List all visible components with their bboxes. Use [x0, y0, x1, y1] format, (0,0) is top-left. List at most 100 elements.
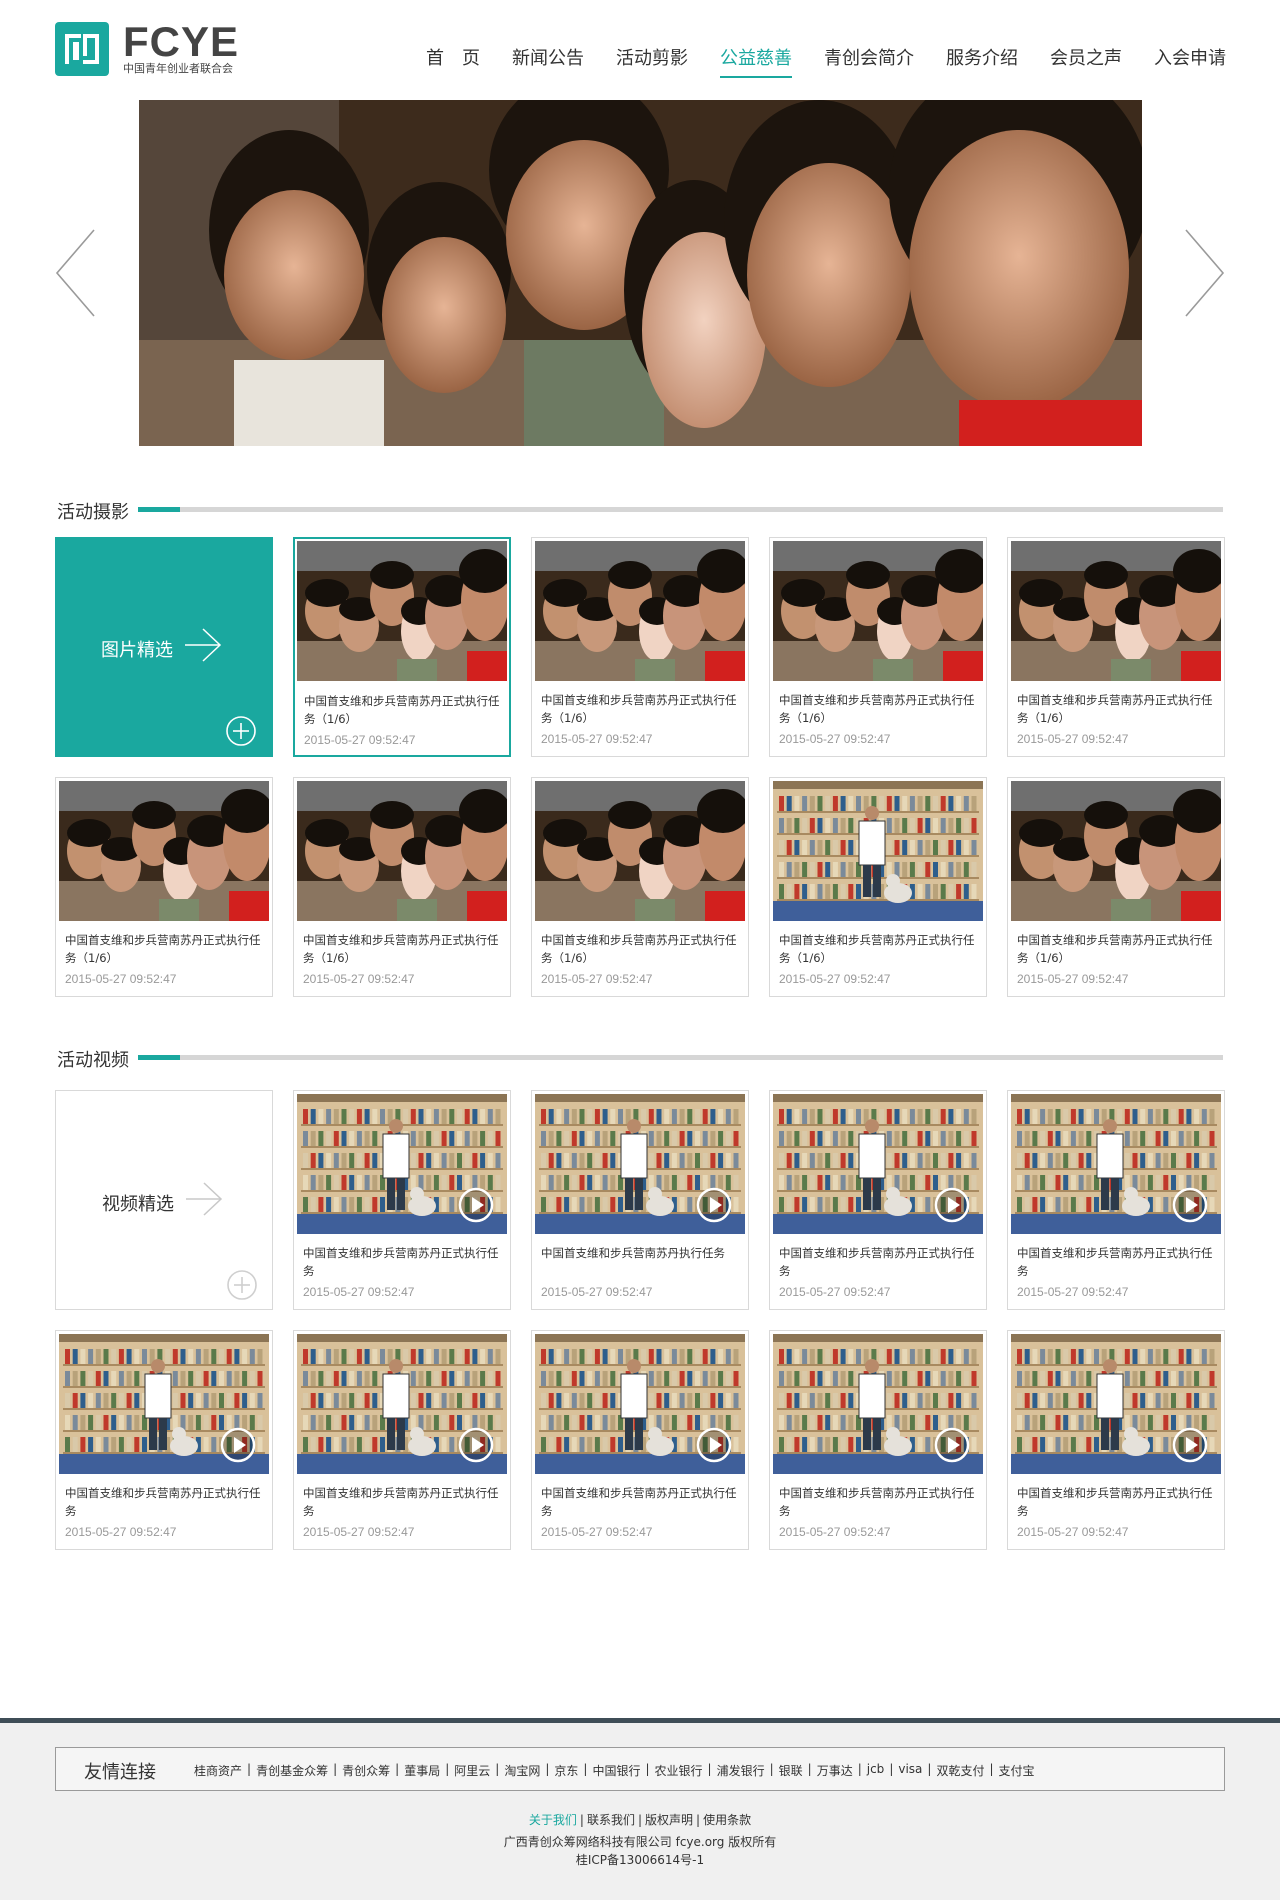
photo-card[interactable]: 中国首支维和步兵营南苏丹正式执行任务（1/6） 2015-05-27 09:52:… [531, 777, 749, 997]
video-thumbnail[interactable] [773, 1094, 983, 1234]
nav-item[interactable]: 服务介绍 [946, 44, 1018, 78]
video-card[interactable]: 中国首支维和步兵营南苏丹正式执行任务 2015-05-27 09:52:47 [1007, 1330, 1225, 1550]
video-thumbnail[interactable] [773, 1334, 983, 1474]
nav-item[interactable]: 首 页 [426, 44, 480, 78]
play-icon[interactable] [1171, 1426, 1209, 1464]
photo-card[interactable]: 中国首支维和步兵营南苏丹正式执行任务（1/6） 2015-05-27 09:52:… [1007, 777, 1225, 997]
friend-link[interactable]: 京东 [554, 1762, 578, 1779]
photo-thumbnail[interactable] [1011, 541, 1221, 681]
video-card[interactable]: 中国首支维和步兵营南苏丹正式执行任务 2015-05-27 09:52:47 [769, 1330, 987, 1550]
photo-thumbnail[interactable] [297, 781, 507, 921]
friend-link[interactable]: 桂商资产 [194, 1762, 242, 1779]
video-thumbnail[interactable] [535, 1334, 745, 1474]
friend-link[interactable]: 中国银行 [592, 1762, 640, 1779]
photo-thumbnail[interactable] [59, 781, 269, 921]
friend-link[interactable]: 万事达 [817, 1762, 853, 1779]
card-date: 2015-05-27 09:52:47 [541, 972, 653, 986]
site-logo[interactable]: FCYE 中国青年创业者联合会 [55, 21, 239, 76]
video-thumbnail[interactable] [535, 1094, 745, 1234]
icp-number: 桂ICP备13006614号-1 [575, 1853, 705, 1867]
video-thumbnail[interactable] [297, 1094, 507, 1234]
friend-link[interactable]: 青创基金众筹 [256, 1762, 328, 1779]
card-date: 2015-05-27 09:52:47 [779, 732, 891, 746]
footer-nav-link[interactable]: 使用条款 [703, 1813, 751, 1827]
card-caption: 中国首支维和步兵营南苏丹正式执行任务（1/6） [779, 693, 975, 725]
friend-link[interactable]: 双乾支付 [936, 1762, 984, 1779]
friend-link[interactable]: 淘宝网 [504, 1762, 540, 1779]
play-icon[interactable] [457, 1186, 495, 1224]
play-icon[interactable] [219, 1426, 257, 1464]
friend-link[interactable]: visa [898, 1762, 922, 1779]
separator: | [889, 1762, 894, 1776]
video-card[interactable]: 中国首支维和步兵营南苏丹正式执行任务 2015-05-27 09:52:47 [769, 1090, 987, 1310]
photo-thumbnail[interactable] [773, 781, 983, 921]
banner-image[interactable] [139, 100, 1142, 446]
photo-card[interactable]: 中国首支维和步兵营南苏丹正式执行任务（1/6） 2015-05-27 09:52:… [769, 537, 987, 757]
nav-item[interactable]: 会员之声 [1050, 44, 1122, 78]
video-card[interactable]: 中国首支维和步兵营南苏丹正式执行任务 2015-05-27 09:52:47 [293, 1090, 511, 1310]
play-icon[interactable] [1171, 1186, 1209, 1224]
play-icon[interactable] [933, 1426, 971, 1464]
separator: | [645, 1762, 650, 1776]
footer-nav-link[interactable]: 联系我们 [587, 1813, 635, 1827]
nav-item[interactable]: 青创会简介 [824, 44, 914, 78]
video-thumbnail[interactable] [1011, 1094, 1221, 1234]
play-icon[interactable] [695, 1186, 733, 1224]
friend-link[interactable]: 浦发银行 [717, 1762, 765, 1779]
plus-circle-icon[interactable] [226, 1269, 258, 1305]
separator: | [495, 1762, 500, 1776]
photo-card[interactable]: 中国首支维和步兵营南苏丹正式执行任务（1/6） 2015-05-27 09:52:… [769, 777, 987, 997]
videos-feature-tile[interactable]: 视频精选 [55, 1090, 273, 1310]
plus-circle-icon[interactable] [225, 715, 257, 751]
photo-thumbnail[interactable] [297, 541, 507, 681]
friend-link[interactable]: 阿里云 [454, 1762, 490, 1779]
logo-name-cn: 中国青年创业者联合会 [123, 62, 233, 75]
video-card[interactable]: 中国首支维和步兵营南苏丹正式执行任务 2015-05-27 09:52:47 [55, 1330, 273, 1550]
video-thumbnail[interactable] [1011, 1334, 1221, 1474]
photo-thumbnail[interactable] [1011, 781, 1221, 921]
friend-link[interactable]: 董事局 [404, 1762, 440, 1779]
nav-item[interactable]: 入会申请 [1154, 44, 1226, 78]
separator: | [857, 1762, 862, 1776]
video-card[interactable]: 中国首支维和步兵营南苏丹正式执行任务 2015-05-27 09:52:47 [1007, 1090, 1225, 1310]
video-card[interactable]: 中国首支维和步兵营南苏丹执行任务 2015-05-27 09:52:47 [531, 1090, 749, 1310]
card-caption: 中国首支维和步兵营南苏丹正式执行任务 [779, 1246, 975, 1278]
separator: | [445, 1762, 450, 1776]
card-date: 2015-05-27 09:52:47 [779, 972, 891, 986]
video-card[interactable]: 中国首支维和步兵营南苏丹正式执行任务 2015-05-27 09:52:47 [531, 1330, 749, 1550]
play-icon[interactable] [933, 1186, 971, 1224]
card-caption: 中国首支维和步兵营南苏丹正式执行任务 [1017, 1486, 1213, 1518]
nav-item[interactable]: 活动剪影 [616, 44, 688, 78]
card-date: 2015-05-27 09:52:47 [303, 1285, 415, 1299]
video-thumbnail[interactable] [59, 1334, 269, 1474]
friend-link[interactable]: 青创众筹 [342, 1762, 390, 1779]
photo-card[interactable]: 中国首支维和步兵营南苏丹正式执行任务（1/6） 2015-05-27 09:52:… [293, 537, 511, 757]
footer-nav-link[interactable]: 关于我们 [529, 1813, 577, 1827]
footer-nav-link[interactable]: 版权声明 [645, 1813, 693, 1827]
play-icon[interactable] [695, 1426, 733, 1464]
photo-thumbnail[interactable] [535, 541, 745, 681]
play-icon[interactable] [457, 1426, 495, 1464]
photo-card[interactable]: 中国首支维和步兵营南苏丹正式执行任务（1/6） 2015-05-27 09:52:… [293, 777, 511, 997]
photo-card[interactable]: 中国首支维和步兵营南苏丹正式执行任务（1/6） 2015-05-27 09:52:… [1007, 537, 1225, 757]
chevron-left-icon[interactable] [54, 228, 98, 318]
main-nav: 首 页新闻公告 活动剪影 公益慈善 青创会简介 服务介绍 会员之声 入会申请 [394, 44, 1226, 78]
photo-thumbnail[interactable] [773, 541, 983, 681]
card-caption: 中国首支维和步兵营南苏丹正式执行任务（1/6） [303, 933, 499, 965]
video-thumbnail[interactable] [297, 1334, 507, 1474]
separator: | [696, 1813, 701, 1827]
friend-link[interactable]: 农业银行 [655, 1762, 703, 1779]
footer-nav: 关于我们 | 联系我们 | 版权声明 | 使用条款 [0, 1811, 1280, 1828]
photos-feature-tile[interactable]: 图片精选 [55, 537, 273, 757]
photo-card[interactable]: 中国首支维和步兵营南苏丹正式执行任务（1/6） 2015-05-27 09:52:… [531, 537, 749, 757]
card-date: 2015-05-27 09:52:47 [541, 1285, 653, 1299]
photo-card[interactable]: 中国首支维和步兵营南苏丹正式执行任务（1/6） 2015-05-27 09:52:… [55, 777, 273, 997]
photo-thumbnail[interactable] [535, 781, 745, 921]
video-card[interactable]: 中国首支维和步兵营南苏丹正式执行任务 2015-05-27 09:52:47 [293, 1330, 511, 1550]
friend-link[interactable]: 银联 [779, 1762, 803, 1779]
friend-link[interactable]: 支付宝 [999, 1762, 1035, 1779]
nav-item[interactable]: 公益慈善 [720, 44, 792, 78]
chevron-right-icon[interactable] [1182, 228, 1226, 318]
friend-link[interactable]: jcb [867, 1762, 885, 1779]
nav-item[interactable]: 新闻公告 [512, 44, 584, 78]
